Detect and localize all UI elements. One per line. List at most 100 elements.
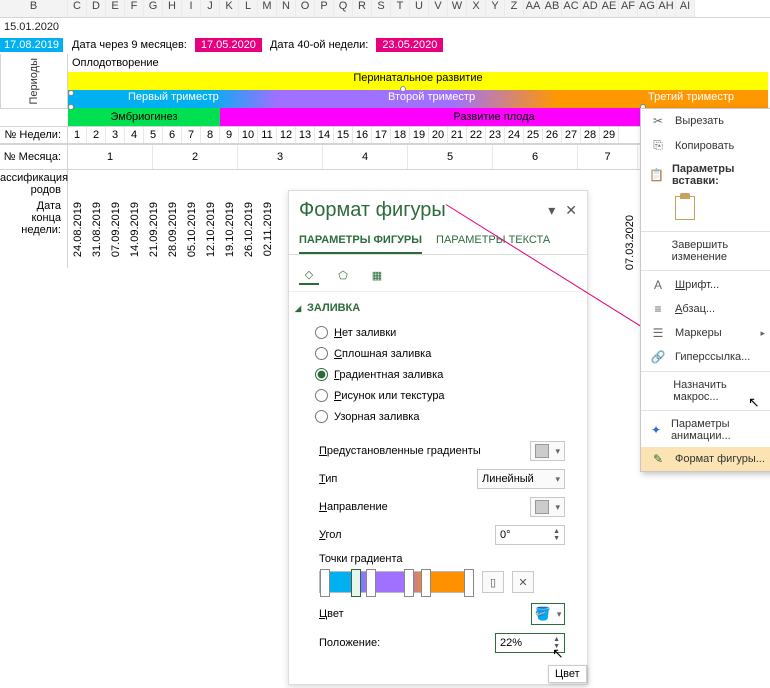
gradient-stop[interactable] bbox=[404, 569, 414, 597]
shape-handle[interactable] bbox=[400, 86, 406, 92]
cell-date-top[interactable]: 15.01.2020 bbox=[0, 21, 68, 33]
week-cell[interactable]: 12 bbox=[277, 127, 296, 143]
col[interactable]: F bbox=[125, 0, 144, 17]
col[interactable]: G bbox=[144, 0, 163, 17]
effects-icon[interactable]: ⬠ bbox=[333, 265, 353, 285]
col[interactable]: AB bbox=[543, 0, 562, 17]
week-cell[interactable]: 18 bbox=[391, 127, 410, 143]
col[interactable]: L bbox=[239, 0, 258, 17]
color-picker-button[interactable]: 🪣▾ bbox=[531, 603, 565, 625]
col[interactable]: O bbox=[296, 0, 315, 17]
week-cell[interactable]: 22 bbox=[467, 127, 486, 143]
size-icon[interactable]: ▦ bbox=[367, 265, 387, 285]
week-cell[interactable]: 20 bbox=[429, 127, 448, 143]
week-cell[interactable]: 10 bbox=[239, 127, 258, 143]
week-cell[interactable]: 19 bbox=[410, 127, 429, 143]
week-cell[interactable]: 29 bbox=[600, 127, 619, 143]
direction-dropdown[interactable]: ▾ bbox=[530, 497, 565, 517]
week40-value[interactable]: 23.05.2020 bbox=[376, 38, 443, 52]
month-cell[interactable]: 3 bbox=[238, 145, 323, 169]
gradient-stop[interactable] bbox=[366, 569, 376, 597]
col[interactable]: X bbox=[467, 0, 486, 17]
embryo-bar[interactable]: Эмбриогинез bbox=[68, 108, 220, 126]
gradient-stop[interactable] bbox=[320, 569, 330, 597]
col[interactable]: V bbox=[429, 0, 448, 17]
pane-close-icon[interactable]: ✕ bbox=[565, 202, 577, 219]
col[interactable]: T bbox=[391, 0, 410, 17]
perinatal-bar[interactable]: Перинатальное развитие bbox=[68, 72, 768, 90]
week-cell[interactable]: 14 bbox=[315, 127, 334, 143]
week-cell[interactable]: 17 bbox=[372, 127, 391, 143]
col[interactable]: AA bbox=[524, 0, 543, 17]
col[interactable]: I bbox=[182, 0, 201, 17]
radio-no-fill[interactable]: Нет заливки bbox=[315, 322, 577, 343]
week-cell[interactable]: 27 bbox=[562, 127, 581, 143]
week-cell[interactable]: 23 bbox=[486, 127, 505, 143]
trimester-bar[interactable]: Первый триместр Второй триместр Третий т… bbox=[68, 90, 768, 108]
ctx-hyperlink[interactable]: 🔗Гиперссылка... bbox=[641, 345, 770, 369]
col[interactable]: H bbox=[163, 0, 182, 17]
ctx-cut[interactable]: ✂Вырезать bbox=[641, 109, 770, 133]
paste-option-button[interactable] bbox=[675, 196, 695, 220]
col[interactable]: Y bbox=[486, 0, 505, 17]
shape-handle[interactable] bbox=[68, 90, 74, 96]
pane-menu-icon[interactable]: ▾ bbox=[548, 202, 555, 219]
week-cell[interactable]: 4 bbox=[125, 127, 144, 143]
remove-stop-button[interactable]: ✕ bbox=[512, 571, 534, 593]
col[interactable]: AI bbox=[676, 0, 695, 17]
week-cell[interactable]: 9 bbox=[220, 127, 239, 143]
gradient-stop[interactable] bbox=[421, 569, 431, 597]
col[interactable]: Z bbox=[505, 0, 524, 17]
position-input[interactable]: 22%▲▼ bbox=[495, 633, 565, 653]
shape-handle[interactable] bbox=[68, 104, 74, 110]
angle-input[interactable]: 0°▲▼ bbox=[495, 525, 565, 545]
preset-dropdown[interactable]: ▾ bbox=[530, 441, 565, 461]
radio-picture-fill[interactable]: Рисунок или текстура bbox=[315, 385, 577, 406]
col[interactable]: K bbox=[220, 0, 239, 17]
ctx-copy[interactable]: ⎘Копировать bbox=[641, 133, 770, 158]
week-cell[interactable]: 25 bbox=[524, 127, 543, 143]
ctx-finish-edit[interactable]: Завершить изменение bbox=[641, 234, 770, 268]
col[interactable]: AH bbox=[657, 0, 676, 17]
col[interactable]: W bbox=[448, 0, 467, 17]
enddate-far[interactable]: 07.03.2020 bbox=[620, 215, 639, 273]
tab-shape-options[interactable]: ПАРАМЕТРЫ ФИГУРЫ bbox=[299, 230, 422, 254]
col[interactable]: C bbox=[68, 0, 87, 17]
month-cell[interactable]: 2 bbox=[153, 145, 238, 169]
radio-gradient-fill[interactable]: Градиентная заливка bbox=[315, 364, 577, 385]
week-cell[interactable]: 5 bbox=[144, 127, 163, 143]
week-cell[interactable]: 21 bbox=[448, 127, 467, 143]
col[interactable]: AE bbox=[600, 0, 619, 17]
week-cell[interactable]: 13 bbox=[296, 127, 315, 143]
col[interactable]: M bbox=[258, 0, 277, 17]
week-cell[interactable]: 6 bbox=[163, 127, 182, 143]
ctx-bullets[interactable]: ☰Маркеры▸ bbox=[641, 321, 770, 345]
week-cell[interactable]: 15 bbox=[334, 127, 353, 143]
fill-section-header[interactable]: ЗАЛИВКА bbox=[289, 292, 587, 318]
col[interactable]: U bbox=[410, 0, 429, 17]
col[interactable]: AG bbox=[638, 0, 657, 17]
ninemonths-value[interactable]: 17.05.2020 bbox=[195, 38, 262, 52]
col[interactable]: E bbox=[106, 0, 125, 17]
week-cell[interactable]: 24 bbox=[505, 127, 524, 143]
month-cell[interactable]: 1 bbox=[68, 145, 153, 169]
ctx-format-shape[interactable]: ✎Формат фигуры... bbox=[641, 447, 770, 471]
col[interactable]: AF bbox=[619, 0, 638, 17]
week-cell[interactable]: 8 bbox=[201, 127, 220, 143]
type-dropdown[interactable]: Линейный▾ bbox=[477, 469, 565, 489]
week-cell[interactable]: 26 bbox=[543, 127, 562, 143]
week-cell[interactable]: 16 bbox=[353, 127, 372, 143]
month-cell[interactable]: 6 bbox=[493, 145, 578, 169]
col[interactable]: R bbox=[353, 0, 372, 17]
start-date-cell[interactable]: 17.08.2019 bbox=[0, 38, 63, 52]
ctx-macro[interactable]: Назначить макрос... bbox=[641, 374, 770, 408]
week-cell[interactable]: 11 bbox=[258, 127, 277, 143]
radio-solid-fill[interactable]: Сплошная заливка bbox=[315, 343, 577, 364]
col[interactable]: D bbox=[87, 0, 106, 17]
col-B[interactable]: B bbox=[0, 0, 68, 17]
ctx-paragraph[interactable]: ≡Абзац... bbox=[641, 297, 770, 321]
month-cell[interactable]: 4 bbox=[323, 145, 408, 169]
ctx-font[interactable]: AШрифт... bbox=[641, 273, 770, 297]
week-cell[interactable]: 3 bbox=[106, 127, 125, 143]
week-cell[interactable]: 1 bbox=[68, 127, 87, 143]
